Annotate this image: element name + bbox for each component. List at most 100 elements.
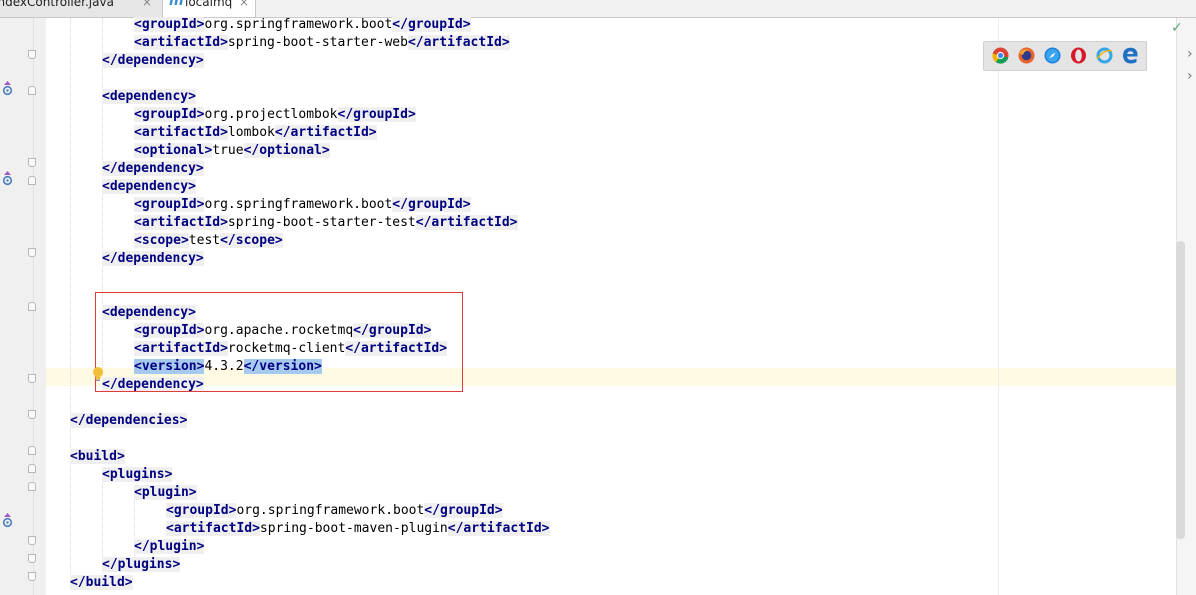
safari-icon[interactable] — [1044, 47, 1061, 64]
tab-label: IndexController.java — [0, 0, 114, 9]
firefox-icon[interactable] — [1018, 47, 1035, 64]
code-line: <plugin> — [134, 484, 197, 502]
close-icon[interactable]: × — [239, 0, 249, 8]
code-editor[interactable]: <groupId>org.springframework.boot</group… — [46, 16, 1176, 595]
xml-tag: <scope> — [134, 233, 189, 248]
xml-tag: <groupId> — [166, 503, 237, 518]
xml-tag: </build> — [70, 575, 133, 590]
opera-icon[interactable] — [1070, 47, 1087, 64]
xml-tag: <plugins> — [102, 467, 173, 482]
chevron-right-icon[interactable]: › — [1187, 68, 1193, 84]
fold-marker[interactable] — [28, 464, 36, 473]
fold-marker[interactable] — [28, 176, 36, 185]
edge-icon[interactable] — [1122, 47, 1139, 64]
xml-tag: <artifactId> — [134, 35, 228, 50]
xml-tag: </dependency> — [102, 251, 204, 266]
xml-value: true — [212, 143, 244, 158]
code-line: <groupId>org.projectlombok</groupId> — [134, 106, 416, 124]
tab-localmq[interactable]: m localmq × — [163, 0, 256, 17]
fold-marker[interactable] — [28, 482, 36, 491]
lightbulb-icon[interactable] — [92, 366, 104, 382]
code-line: <artifactId>lombok</artifactId> — [134, 124, 377, 142]
code-line: <groupId>org.springframework.boot</group… — [166, 502, 503, 520]
xml-tag: <plugin> — [134, 485, 197, 500]
fold-marker[interactable] — [28, 158, 36, 167]
xml-tag: </dependency> — [102, 161, 204, 176]
xml-tag: </groupId> — [424, 503, 503, 518]
maven-m-icon: m — [169, 0, 184, 9]
code-line: </build> — [70, 574, 133, 592]
xml-tag: </dependency> — [102, 53, 204, 68]
fold-marker[interactable] — [28, 410, 36, 419]
xml-tag: <dependency> — [102, 179, 196, 194]
checkmark-icon: ✓ — [1171, 20, 1183, 36]
xml-value: lombok — [227, 125, 275, 140]
editor-gutter — [0, 18, 46, 595]
code-line: </plugin> — [134, 538, 205, 556]
code-line: <artifactId>spring-boot-starter-test</ar… — [134, 214, 518, 232]
xml-value: spring-boot-maven-plugin — [259, 521, 448, 536]
xml-tag: <artifactId> — [134, 125, 228, 140]
xml-tag: <artifactId> — [166, 521, 260, 536]
right-margin-guide — [998, 18, 999, 595]
tab-label: localmq — [185, 0, 233, 9]
code-line: <groupId>org.springframework.boot</group… — [134, 16, 471, 34]
fold-marker[interactable] — [28, 572, 36, 581]
indent-guide — [70, 18, 71, 578]
xml-tag: <build> — [70, 449, 125, 464]
code-line: <dependency> — [102, 88, 196, 106]
code-line: <dependency> — [102, 178, 196, 196]
ie-icon[interactable] — [1096, 47, 1113, 64]
xml-value: spring-boot-starter-web — [227, 35, 408, 50]
xml-tag: <optional> — [134, 143, 213, 158]
maven-dependency-icon[interactable] — [2, 81, 13, 96]
xml-tag: </plugins> — [102, 557, 181, 572]
code-line: <groupId>org.springframework.boot</group… — [134, 196, 471, 214]
xml-tag: </groupId> — [337, 107, 416, 122]
highlight-box — [95, 292, 463, 392]
code-line: </dependency> — [102, 250, 204, 268]
fold-marker[interactable] — [28, 554, 36, 563]
xml-tag: <groupId> — [134, 107, 205, 122]
chrome-icon[interactable] — [992, 47, 1009, 64]
fold-marker[interactable] — [28, 446, 36, 455]
fold-marker[interactable] — [28, 86, 36, 95]
fold-marker[interactable] — [28, 302, 36, 311]
xml-tag: </scope> — [220, 233, 283, 248]
code-line: </plugins> — [102, 556, 181, 574]
fold-marker[interactable] — [28, 248, 36, 257]
code-line: </dependencies> — [70, 412, 188, 430]
xml-value: org.springframework.boot — [204, 197, 393, 212]
fold-marker[interactable] — [28, 374, 36, 383]
xml-value: org.projectlombok — [204, 107, 338, 122]
xml-value: org.springframework.boot — [204, 17, 393, 32]
xml-tag: </dependencies> — [70, 413, 188, 428]
xml-value: spring-boot-starter-test — [227, 215, 416, 230]
fold-marker[interactable] — [28, 536, 36, 545]
xml-value: org.springframework.boot — [236, 503, 425, 518]
code-line: <plugins> — [102, 466, 173, 484]
xml-value: test — [188, 233, 221, 248]
maven-dependency-icon[interactable] — [2, 171, 13, 186]
browser-preview-bar — [983, 41, 1147, 71]
xml-tag: <groupId> — [134, 17, 205, 32]
code-line: </dependency> — [102, 160, 204, 178]
xml-tag: </groupId> — [392, 17, 471, 32]
chevron-right-icon[interactable]: › — [1187, 46, 1193, 62]
xml-tag: </artifactId> — [407, 35, 510, 50]
fold-marker[interactable] — [28, 50, 36, 59]
xml-tag: </artifactId> — [274, 125, 377, 140]
xml-tag: </artifactId> — [415, 215, 518, 230]
xml-tag: <artifactId> — [134, 215, 228, 230]
tab-index-controller[interactable]: IndexController.java × — [0, 0, 163, 17]
xml-tag: <groupId> — [134, 197, 205, 212]
code-line: <artifactId>spring-boot-maven-plugin</ar… — [166, 520, 550, 538]
code-line: <scope>test</scope> — [134, 232, 283, 250]
close-icon[interactable]: × — [142, 0, 152, 8]
code-line: <build> — [70, 448, 125, 466]
vertical-scrollbar-thumb[interactable] — [1176, 241, 1185, 539]
code-line: <artifactId>spring-boot-starter-web</art… — [134, 34, 510, 52]
code-line: </dependency> — [102, 52, 204, 70]
code-line: <optional>true</optional> — [134, 142, 330, 160]
maven-dependency-icon[interactable] — [2, 513, 13, 528]
